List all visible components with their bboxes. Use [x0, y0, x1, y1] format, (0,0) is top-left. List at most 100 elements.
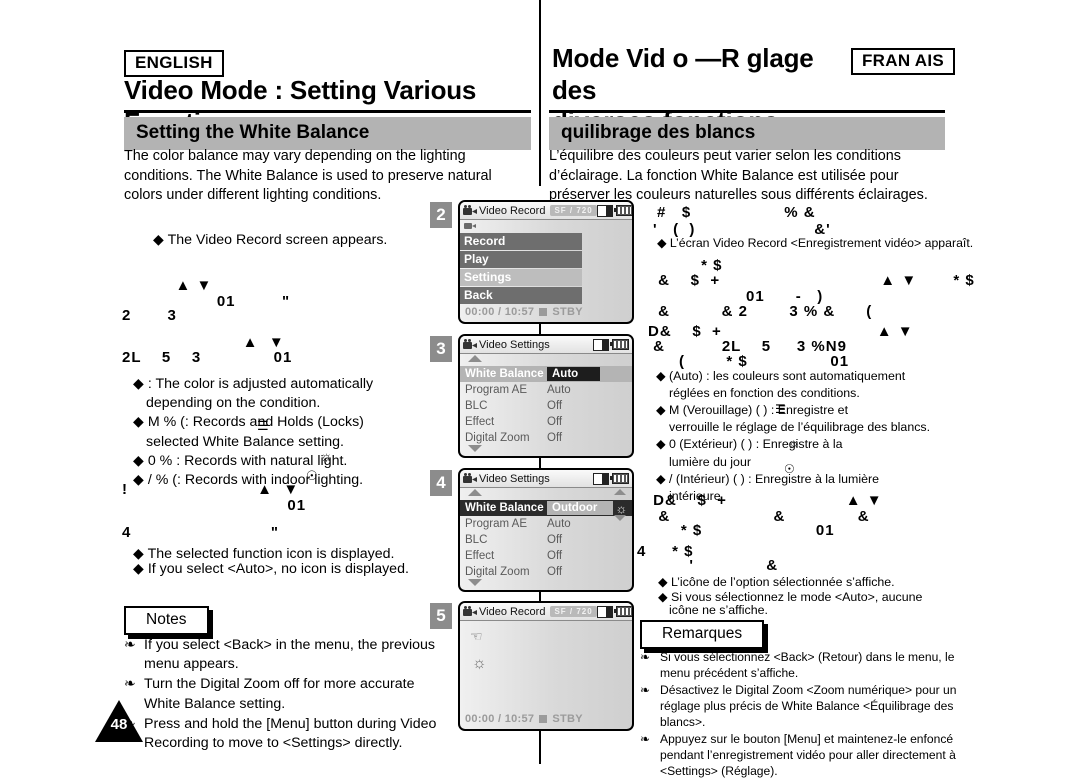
note-item: ❧ Désactivez le Digital Zoom <Zoom numéri…	[640, 683, 980, 731]
lcd-header: Video Record SF / 720	[460, 603, 632, 621]
language-badge-english: ENGLISH	[124, 50, 224, 77]
setting-value: Off	[547, 416, 563, 428]
step1-result-english: ◆ The Video Record screen appears.	[153, 232, 388, 248]
whitebalance-options-english: ◆ : The color is adjusted automatically …	[133, 375, 463, 490]
option-lock-francais: ◆ M (Verouillage) ( ) : Enregistre et	[656, 403, 849, 418]
setting-value: Off	[547, 550, 563, 562]
setting-row-blc[interactable]: BLC Off	[460, 398, 632, 414]
lcd-header: Video Settings	[460, 470, 632, 488]
page-number: 48	[110, 716, 128, 733]
option-lock-cont-english: selected White Balance setting.	[146, 433, 344, 450]
camcorder-icon	[463, 339, 477, 350]
memory-card-icon	[593, 338, 609, 351]
note-item: ❧ Si vous sélectionnez <Back> (Retour) da…	[640, 650, 980, 682]
step1-result-francais: ◆ L’écran Video Record <Enregistrement v…	[657, 236, 974, 250]
setting-value: Auto	[547, 384, 571, 396]
lcd-title: Video Record	[479, 605, 546, 618]
camcorder-icon	[463, 606, 477, 617]
note-text: Press and hold the [Menu] button during …	[144, 715, 437, 751]
lcd-status-icons	[593, 338, 629, 351]
step-badge-2: 2	[430, 202, 452, 228]
step-badge-3: 3	[430, 336, 452, 362]
recording-time: 00:00 / 10:57	[465, 713, 535, 725]
option-outdoor-english: ◆ 0 % : Records with natural light.	[133, 452, 348, 469]
lcd-screen-video-settings-outdoor: Video Settings White Balance Outdoor ☼ P…	[458, 468, 634, 592]
value-up-arrow-icon[interactable]	[614, 489, 626, 495]
setting-label: Program AE	[465, 384, 527, 396]
menu-item-record[interactable]: Record	[460, 233, 582, 250]
menu-item-settings[interactable]: Settings	[460, 269, 582, 286]
note-item: ❧ Turn the Digital Zoom off for more accu…	[124, 675, 454, 713]
recording-time: 00:00 / 10:57	[465, 306, 535, 318]
camcorder-icon	[463, 205, 477, 216]
setting-value: Off	[547, 400, 563, 412]
lcd-timebar: 00:00 / 10:57 STBY	[465, 713, 583, 725]
lcd-settings-list: White Balance Outdoor ☼ Program AE Auto …	[460, 500, 632, 580]
setting-label: White Balance	[465, 368, 544, 380]
setting-row-white-balance[interactable]: White Balance Auto	[460, 366, 632, 382]
memory-card-icon	[596, 605, 613, 618]
bulb-indoor-icon: ☉	[306, 468, 318, 483]
menu-item-back[interactable]: Back	[460, 287, 582, 304]
setting-row-white-balance[interactable]: White Balance Outdoor ☼	[460, 500, 632, 516]
setting-row-digital-zoom[interactable]: Digital Zoom Off	[460, 564, 632, 580]
page-title-francais-line1: Mode Vid o —R glage des	[552, 43, 814, 105]
step5-result2-english: ◆ If you select <Auto>, no icon is displ…	[133, 561, 409, 577]
step2-garbled-line3-english: 2 3	[122, 307, 177, 324]
note-text: Appuyez sur le bouton [Menu] et maintene…	[660, 731, 956, 778]
notes-label-francais: Remarques	[640, 620, 765, 649]
step2-garbled-line2-english: 01 "	[160, 293, 291, 310]
language-badge-francais: FRAN AIS	[851, 48, 956, 75]
setting-value: Off	[547, 566, 563, 578]
setting-row-effect[interactable]: Effect Off	[460, 548, 632, 564]
title-rule-english	[124, 110, 531, 113]
setting-value: Outdoor	[547, 501, 614, 515]
setting-label: Program AE	[465, 518, 527, 530]
note-bullet-icon: ❧	[124, 637, 136, 653]
scroll-down-arrow-icon[interactable]	[468, 445, 482, 452]
lock-wb-icon-francais: ☰	[775, 402, 786, 416]
setting-row-digital-zoom[interactable]: Digital Zoom Off	[460, 430, 632, 446]
setting-value: Off	[547, 534, 563, 546]
step4-garbled-line2-english: 01	[122, 497, 307, 514]
setting-row-program-ae[interactable]: Program AE Auto	[460, 516, 632, 532]
notes-list-francais: ❧ Si vous sélectionnez <Back> (Retour) da…	[640, 650, 980, 781]
note-item: ❧ Press and hold the [Menu] button during…	[124, 715, 454, 753]
setting-row-program-ae[interactable]: Program AE Auto	[460, 382, 632, 398]
scroll-up-arrow-icon[interactable]	[468, 355, 482, 362]
lcd-screen-video-record-outdoor: Video Record SF / 720 ☜ ☼ 00:00 / 10:57 …	[458, 601, 634, 731]
lcd-menu-list: Record Play Settings Back	[460, 231, 632, 304]
battery-icon	[610, 339, 629, 350]
option-auto-cont-english: depending on the condition.	[146, 395, 321, 412]
option-outdoor-francais: ◆ 0 (Extérieur) ( ) : Enregistre à la	[656, 437, 843, 452]
standby-status: STBY	[552, 713, 583, 725]
intro-paragraph-francais: L’équilibre des couleurs peut varier sel…	[549, 148, 928, 204]
note-text: Désactivez le Digital Zoom <Zoom numériq…	[660, 682, 957, 729]
note-item: ❧ Appuyez sur le bouton [Menu] et mainten…	[640, 732, 980, 780]
step3-garbled-line2-english: 2L 5 3 01	[122, 349, 293, 366]
manual-page: ENGLISH Video Mode : Setting Various Fun…	[0, 0, 1080, 778]
title-rule-francais	[549, 110, 945, 113]
setting-label: Digital Zoom	[465, 566, 530, 578]
note-text: If you select <Back> in the menu, the pr…	[144, 637, 436, 673]
section-heading-english: Setting the White Balance	[124, 117, 531, 150]
lcd-status-icons	[596, 204, 632, 217]
lcd-title: Video Record	[479, 204, 546, 217]
setting-row-effect[interactable]: Effect Off	[460, 414, 632, 430]
scroll-up-arrow-icon[interactable]	[468, 489, 482, 496]
step5-result2-francais: ◆ Si vous sélectionnez le mode <Auto>, a…	[658, 590, 923, 604]
step5-result3-francais: icône ne s’affiche.	[669, 603, 768, 617]
battery-icon	[613, 205, 632, 216]
note-bullet-icon: ❧	[640, 731, 651, 746]
setting-value: Auto	[547, 518, 571, 530]
setting-row-blc[interactable]: BLC Off	[460, 532, 632, 548]
lcd-header: Video Record SF / 720	[460, 202, 632, 220]
menu-item-play[interactable]: Play	[460, 251, 582, 268]
section-heading-francais: quilibrage des blancs	[549, 117, 945, 150]
stop-square-icon	[539, 715, 548, 723]
setting-label: Effect	[465, 550, 495, 562]
scroll-down-arrow-icon[interactable]	[468, 579, 482, 586]
camcorder-icon	[463, 473, 477, 484]
lcd-header: Video Settings	[460, 336, 632, 354]
value-down-arrow-icon[interactable]	[614, 515, 626, 521]
